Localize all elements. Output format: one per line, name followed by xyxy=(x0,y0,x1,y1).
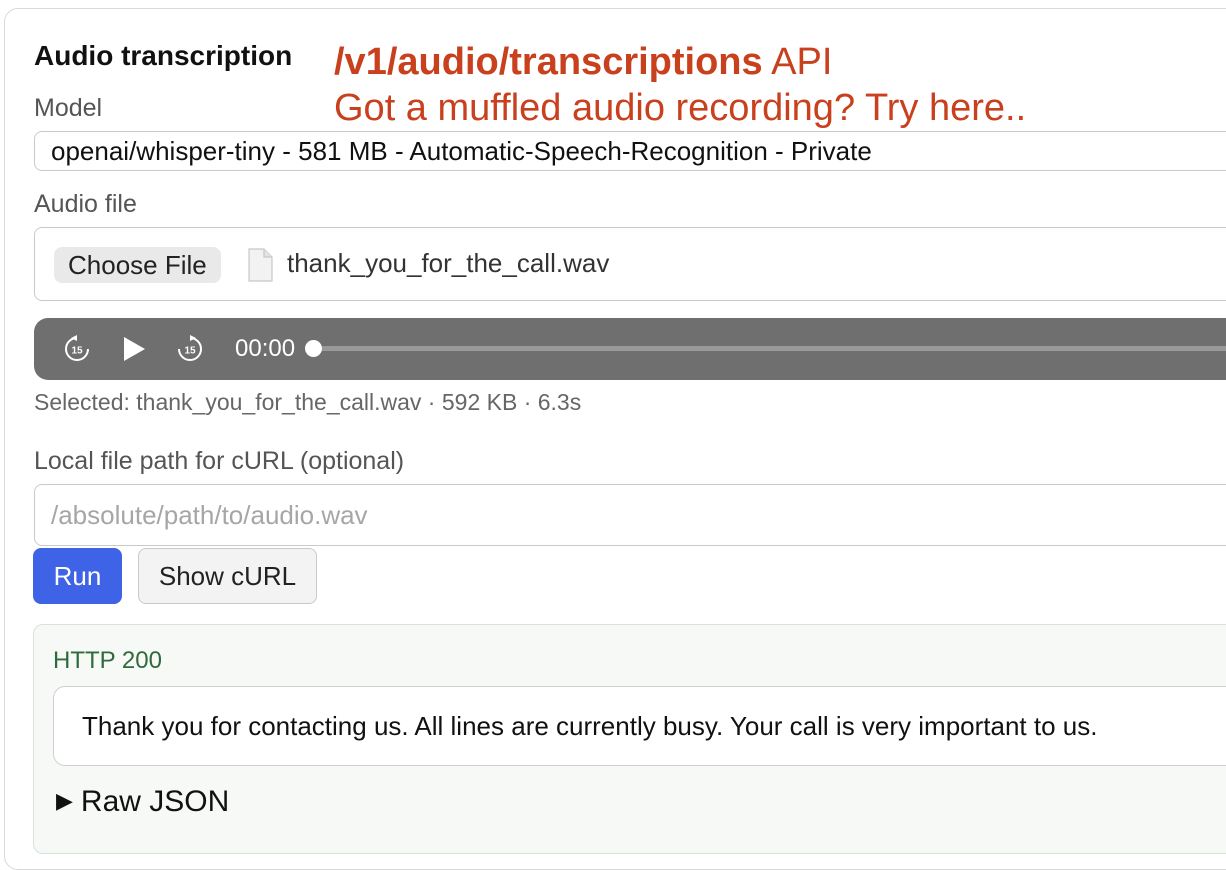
forward-seconds-label: 15 xyxy=(184,346,196,357)
forward-15-icon[interactable]: 15 xyxy=(176,335,204,363)
panel-title: Audio transcription xyxy=(34,40,293,71)
choose-file-button[interactable]: Choose File xyxy=(54,247,221,283)
file-input[interactable]: Choose File thank_you_for_the_call.wav xyxy=(34,227,1226,301)
rewind-seconds-label: 15 xyxy=(71,346,83,357)
selected-file-info: Selected: thank_you_for_the_call.wav · 5… xyxy=(34,389,582,415)
transcript-text: Thank you for contacting us. All lines a… xyxy=(82,711,1098,741)
annotation-overlay: /v1/audio/transcriptions API Got a muffl… xyxy=(334,40,1026,132)
endpoint-path: /v1/audio/transcriptions xyxy=(334,41,763,83)
model-select[interactable]: openai/whisper-tiny - 581 MB - Automatic… xyxy=(34,131,1226,171)
seek-thumb[interactable] xyxy=(305,340,322,357)
curl-path-label: Local file path for cURL (optional) xyxy=(34,447,405,475)
result-panel: HTTP 200 Thank you for contacting us. Al… xyxy=(33,624,1226,854)
rewind-15-icon[interactable]: 15 xyxy=(63,335,91,363)
model-label: Model xyxy=(34,94,103,122)
run-button[interactable]: Run xyxy=(33,548,122,604)
current-time: 00:00 xyxy=(235,335,296,362)
raw-json-label: Raw JSON xyxy=(80,785,230,818)
annotation-tagline: Got a muffled audio recording? Try here.… xyxy=(334,87,1027,129)
selected-file-name: thank_you_for_the_call.wav xyxy=(287,248,610,278)
audio-file-label: Audio file xyxy=(34,190,137,218)
status-code: HTTP 200 xyxy=(53,647,162,674)
raw-json-toggle[interactable]: ▶ Raw JSON xyxy=(56,785,229,819)
audio-player: 15 15 00:00 xyxy=(34,318,1226,380)
transcript-box: Thank you for contacting us. All lines a… xyxy=(53,686,1226,766)
api-word: API xyxy=(771,41,833,83)
curl-path-input[interactable] xyxy=(34,484,1226,546)
play-icon[interactable] xyxy=(121,335,147,363)
disclosure-triangle-icon: ▶ xyxy=(56,788,73,813)
document-icon xyxy=(248,248,273,282)
seek-bar[interactable] xyxy=(314,346,1226,351)
show-curl-button[interactable]: Show cURL xyxy=(138,548,317,604)
